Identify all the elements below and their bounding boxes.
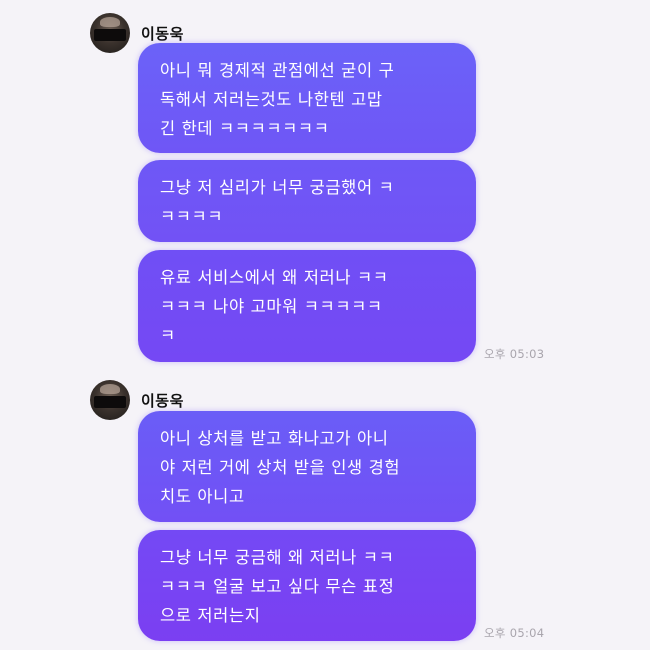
message-bubble[interactable]: 유료 서비스에서 왜 저러나 ㅋㅋ ㅋㅋㅋ 나야 고마워 ㅋㅋㅋㅋㅋ ㅋ xyxy=(138,250,476,362)
message-bubble[interactable]: 아니 상처를 받고 화나고가 아니 야 저런 거에 상처 받을 인생 경험 치도… xyxy=(138,411,476,522)
avatar[interactable] xyxy=(90,13,130,53)
message-timestamp: 오후 05:04 xyxy=(484,626,545,640)
message-timestamp: 오후 05:03 xyxy=(484,347,545,361)
avatar[interactable] xyxy=(90,380,130,420)
sender-name: 이동욱 xyxy=(141,391,184,410)
message-bubble[interactable]: 그냥 저 심리가 너무 궁금했어 ㅋ ㅋㅋㅋㅋ xyxy=(138,160,476,242)
chat-view: 이동욱 아니 뭐 경제적 관점에선 굳이 구 독해서 저러는것도 나한텐 고맙 … xyxy=(0,0,650,650)
sender-name: 이동욱 xyxy=(141,24,184,43)
message-bubble[interactable]: 그냥 너무 궁금해 왜 저러나 ㅋㅋ ㅋㅋㅋ 얼굴 보고 싶다 무슨 표정 으로… xyxy=(138,530,476,641)
message-bubble[interactable]: 아니 뭐 경제적 관점에선 굳이 구 독해서 저러는것도 나한텐 고맙 긴 한데… xyxy=(138,43,476,153)
